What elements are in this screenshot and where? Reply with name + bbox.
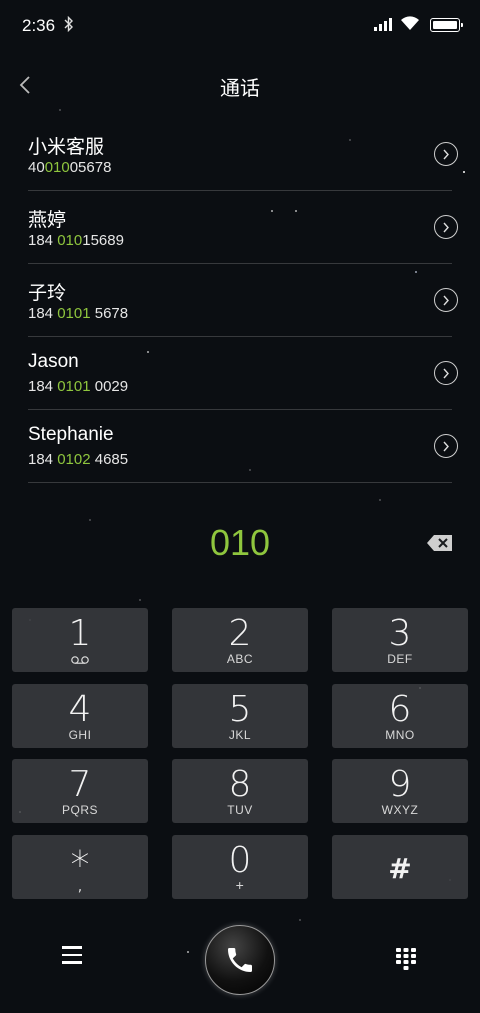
key-7[interactable]: 7 PQRS bbox=[12, 759, 148, 823]
key-2[interactable]: 2 ABC bbox=[172, 608, 308, 672]
contact-name: 燕婷 bbox=[28, 210, 67, 231]
contact-name: 子玲 bbox=[28, 283, 67, 304]
key-1[interactable]: 1 bbox=[12, 608, 148, 672]
chevron-right-circle-icon[interactable] bbox=[434, 215, 458, 239]
chevron-right-circle-icon[interactable] bbox=[434, 434, 458, 458]
voicemail-icon bbox=[71, 656, 89, 664]
signal-icon bbox=[374, 17, 392, 31]
battery-icon bbox=[430, 18, 463, 32]
key-6[interactable]: 6 MNO bbox=[332, 684, 468, 748]
key-5[interactable]: 5 JKL bbox=[172, 684, 308, 748]
page-title: 通话 bbox=[220, 76, 260, 100]
contact-number: 184 0101 0029 bbox=[28, 378, 129, 395]
contact-name: 小米客服 bbox=[28, 137, 105, 158]
key-star[interactable]: * , bbox=[12, 835, 148, 899]
list-item[interactable]: Jason 184 0101 0029 bbox=[28, 337, 458, 410]
contact-number: 4001005678 bbox=[28, 159, 112, 176]
key-hash[interactable]: # bbox=[332, 835, 468, 899]
key-0[interactable]: 0 + bbox=[172, 835, 308, 899]
bluetooth-icon bbox=[64, 15, 74, 36]
phone-icon bbox=[228, 948, 252, 972]
key-4[interactable]: 4 GHI bbox=[12, 684, 148, 748]
hamburger-menu-icon[interactable] bbox=[62, 946, 86, 968]
call-button[interactable] bbox=[205, 925, 275, 995]
backspace-icon[interactable] bbox=[426, 533, 454, 553]
dialpad-icon[interactable] bbox=[395, 947, 417, 971]
contact-number: 184 0101 5678 bbox=[28, 305, 129, 322]
key-8[interactable]: 8 TUV bbox=[172, 759, 308, 823]
contact-name: Stephanie bbox=[28, 424, 114, 445]
list-item[interactable]: 小米客服 4001005678 bbox=[28, 118, 458, 191]
status-bar: 2:36 bbox=[0, 0, 480, 52]
contact-number: 184 0102 4685 bbox=[28, 451, 129, 468]
chevron-right-circle-icon[interactable] bbox=[434, 142, 458, 166]
list-item[interactable]: Stephanie 184 0102 4685 bbox=[28, 410, 458, 483]
key-9[interactable]: 9 WXYZ bbox=[332, 759, 468, 823]
contact-name: Jason bbox=[28, 351, 79, 372]
wifi-icon bbox=[400, 14, 420, 32]
list-item[interactable]: 燕婷 184 01015689 bbox=[28, 191, 458, 264]
chevron-right-circle-icon[interactable] bbox=[434, 361, 458, 385]
status-time: 2:36 bbox=[22, 16, 56, 35]
contact-list: 小米客服 4001005678 燕婷 184 01015689 子玲 184 0… bbox=[28, 118, 458, 483]
list-item[interactable]: 子玲 184 0101 5678 bbox=[28, 264, 458, 337]
contact-number: 184 01015689 bbox=[28, 232, 124, 249]
chevron-right-circle-icon[interactable] bbox=[434, 288, 458, 312]
key-3[interactable]: 3 DEF bbox=[332, 608, 468, 672]
dialed-number-display: 010 bbox=[209, 522, 271, 563]
